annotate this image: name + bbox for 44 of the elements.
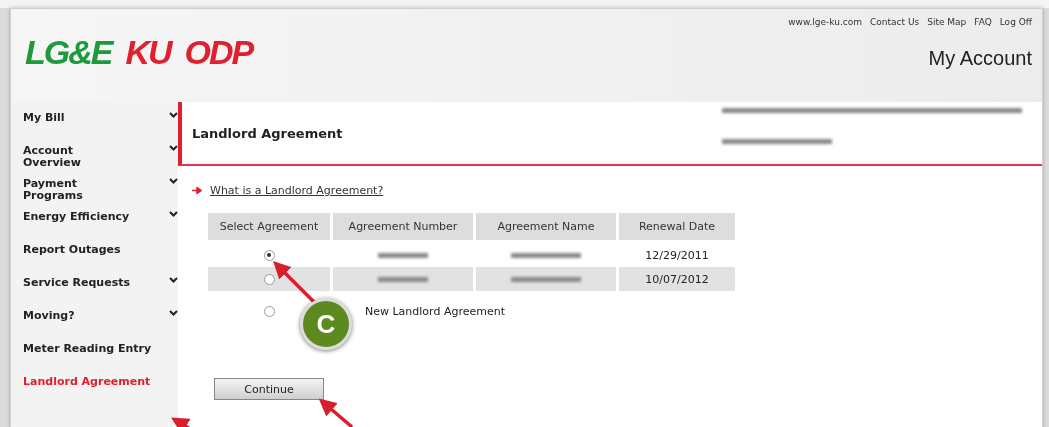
- sidebar-item[interactable]: Moving?: [23, 310, 178, 343]
- chevron-down-icon: [169, 112, 178, 118]
- header-link[interactable]: Site Map: [927, 17, 967, 27]
- chevron-down-icon: [169, 211, 178, 217]
- blurred-text: [511, 276, 581, 282]
- section-title: Landlord Agreement: [192, 125, 343, 141]
- sidebar-item[interactable]: Landlord Agreement: [23, 376, 178, 409]
- sidebar-item[interactable]: Account Overview: [23, 145, 178, 178]
- chevron-down-icon: [169, 145, 178, 151]
- column-header: Renewal Date: [619, 213, 735, 240]
- continue-button[interactable]: Continue: [214, 378, 324, 400]
- column-header: Agreement Number: [333, 213, 473, 240]
- page-heading: My Account: [928, 47, 1032, 70]
- radio-button[interactable]: [264, 306, 275, 317]
- annotation-arrow: [318, 398, 354, 427]
- chevron-down-icon: [169, 277, 178, 283]
- chevron-down-icon: [169, 178, 178, 184]
- header-link[interactable]: FAQ: [974, 17, 992, 27]
- header-link[interactable]: Log Off: [999, 17, 1032, 27]
- table-cell: 10/07/2012: [619, 267, 735, 291]
- header-link[interactable]: www.lge-ku.com: [788, 17, 863, 27]
- radio-button[interactable]: [263, 273, 275, 285]
- annotation-arrow: [273, 261, 316, 304]
- radio-button[interactable]: [263, 249, 275, 261]
- sidebar-item[interactable]: My Bill: [23, 112, 178, 145]
- arrow-right-icon: [192, 187, 202, 194]
- sidebar-item[interactable]: Meter Reading Entry: [23, 343, 178, 376]
- chevron-down-icon: [169, 310, 178, 316]
- logo: LG&E: [25, 33, 112, 72]
- blurred-text: [378, 276, 428, 282]
- blurred-text: [378, 252, 428, 258]
- help-link[interactable]: What is a Landlord Agreement?: [210, 184, 384, 197]
- radio-label: New Landlord Agreement: [365, 305, 505, 318]
- sidebar-item[interactable]: Service Requests: [23, 277, 178, 310]
- blurred-text: [511, 252, 581, 258]
- header-link[interactable]: Contact Us: [870, 17, 920, 27]
- annotation-arrow: [171, 417, 193, 427]
- sidebar-item[interactable]: Energy Efficiency: [23, 211, 178, 244]
- logo: ODP: [184, 33, 253, 72]
- column-header: Agreement Name: [476, 213, 616, 240]
- sidebar-item[interactable]: Report Outages: [23, 244, 178, 277]
- sidebar-item[interactable]: Payment Programs: [23, 178, 178, 211]
- logo: KU: [125, 33, 171, 72]
- column-header: Select Agreement: [208, 213, 330, 240]
